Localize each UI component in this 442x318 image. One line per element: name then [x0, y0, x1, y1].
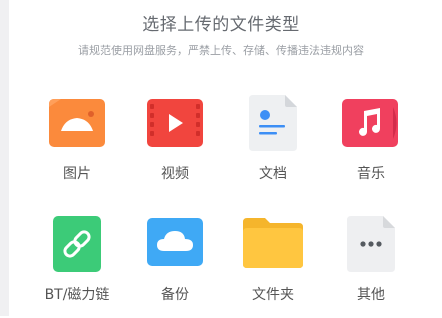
upload-type-other[interactable]: 其他: [331, 216, 411, 316]
type-label: 视频: [161, 166, 189, 182]
type-label: 文档: [259, 166, 287, 182]
upload-type-bt-magnet[interactable]: BT/磁力链: [37, 216, 117, 316]
link-icon: [53, 216, 101, 272]
image-icon: [49, 99, 105, 147]
type-label: 文件夹: [252, 287, 294, 303]
upload-type-backup[interactable]: 备份: [135, 218, 215, 318]
type-label: 其他: [357, 287, 385, 303]
upload-type-folder[interactable]: 文件夹: [233, 218, 313, 318]
folder-icon: [243, 218, 303, 268]
document-icon: [249, 95, 297, 151]
upload-type-music[interactable]: 音乐: [331, 99, 411, 199]
music-icon: [342, 99, 400, 147]
type-label: 备份: [161, 287, 189, 303]
cloud-backup-icon: [147, 218, 203, 266]
upload-type-image[interactable]: 图片: [37, 99, 117, 199]
type-label: 图片: [63, 166, 91, 182]
more-icon: [347, 216, 395, 272]
page-subtitle: 请规范使用网盘服务，严禁上传、存储、传播违法违规内容: [78, 44, 364, 57]
upload-type-document[interactable]: 文档: [233, 95, 313, 195]
upload-type-video[interactable]: 视频: [135, 99, 215, 199]
type-label: BT/磁力链: [44, 287, 110, 303]
type-label: 音乐: [357, 166, 385, 182]
video-icon: [147, 99, 203, 147]
page-title: 选择上传的文件类型: [142, 15, 300, 35]
